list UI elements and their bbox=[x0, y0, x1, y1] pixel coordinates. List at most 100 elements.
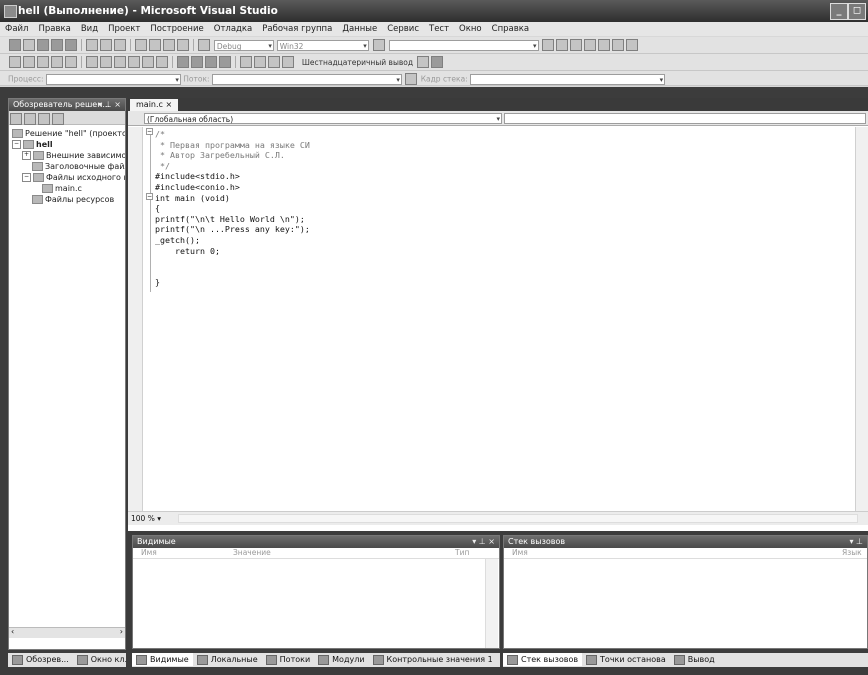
bookmark-icon[interactable] bbox=[86, 56, 98, 68]
pin-icon[interactable]: ▾ ⊥ bbox=[849, 536, 863, 548]
breakpoints-window-icon[interactable] bbox=[416, 56, 429, 68]
scroll-left-icon[interactable]: ‹ bbox=[11, 627, 14, 636]
break-all-icon[interactable] bbox=[191, 56, 203, 68]
clear-bookmark-icon[interactable] bbox=[128, 56, 140, 68]
process-select[interactable]: ▾ bbox=[45, 73, 181, 85]
minimize-button[interactable]: _ bbox=[830, 3, 848, 20]
windows-menu-icon[interactable] bbox=[430, 56, 443, 68]
scroll-right-icon[interactable]: › bbox=[120, 627, 123, 636]
close-icon[interactable]: × bbox=[165, 100, 172, 109]
toolbox-icon[interactable] bbox=[584, 39, 597, 51]
show-next-statement-icon[interactable] bbox=[240, 56, 252, 68]
refresh-icon[interactable] bbox=[38, 113, 50, 125]
properties-icon[interactable] bbox=[10, 113, 22, 125]
column-language[interactable]: Язык bbox=[842, 548, 862, 557]
scope-select[interactable]: (Глобальная область) ▾ bbox=[144, 113, 502, 124]
menu-team[interactable]: Рабочая группа bbox=[257, 22, 337, 36]
tree-item-main-c[interactable]: main.c bbox=[12, 183, 125, 194]
open-file-icon[interactable] bbox=[37, 39, 49, 51]
tab-output[interactable]: Вывод bbox=[670, 653, 719, 666]
properties-icon[interactable] bbox=[556, 39, 569, 51]
menu-window[interactable]: Окно bbox=[454, 22, 487, 36]
navigate-back-icon[interactable] bbox=[163, 39, 175, 51]
menu-project[interactable]: Проект bbox=[103, 22, 145, 36]
tab-class-view[interactable]: Окно кл... bbox=[73, 653, 126, 666]
show-all-files-icon[interactable] bbox=[24, 113, 36, 125]
configuration-select[interactable]: Debug ▾ bbox=[213, 39, 274, 51]
tab-solution-explorer[interactable]: Обозрев... bbox=[8, 653, 73, 666]
horizontal-scrollbar[interactable]: ‹ › bbox=[9, 627, 125, 638]
tab-modules[interactable]: Модули bbox=[314, 653, 368, 666]
outdent-icon[interactable] bbox=[51, 56, 63, 68]
stack-frame-select[interactable]: ▾ bbox=[470, 73, 666, 85]
zoom-combo[interactable]: 100 % ▾ bbox=[131, 514, 161, 523]
step-into-icon[interactable] bbox=[254, 56, 266, 68]
menu-build[interactable]: Построение bbox=[145, 22, 208, 36]
class-view-icon[interactable] bbox=[598, 39, 611, 51]
cut-icon[interactable] bbox=[86, 39, 98, 51]
tab-breakpoints[interactable]: Точки останова bbox=[582, 653, 670, 666]
collapse-icon[interactable]: − bbox=[12, 140, 21, 149]
disable-breakpoint-icon[interactable] bbox=[156, 56, 168, 68]
platform-select[interactable]: Win32 ▾ bbox=[276, 39, 369, 51]
save-all-icon[interactable] bbox=[65, 39, 77, 51]
maximize-button[interactable]: ◻ bbox=[848, 3, 866, 20]
next-bookmark-icon[interactable] bbox=[100, 56, 112, 68]
navigate-forward-icon[interactable] bbox=[177, 39, 189, 51]
column-name[interactable]: Имя bbox=[512, 548, 528, 557]
breakpoint-icon[interactable] bbox=[142, 56, 154, 68]
pin-close-icon[interactable]: ▾ ⊥ × bbox=[472, 536, 495, 548]
start-debug-icon[interactable] bbox=[198, 39, 210, 51]
step-out-icon[interactable] bbox=[282, 56, 294, 68]
collapse-icon[interactable]: − bbox=[146, 128, 153, 135]
expand-icon[interactable]: + bbox=[22, 151, 31, 160]
menu-file[interactable]: Файл bbox=[0, 22, 33, 36]
indicator-margin[interactable] bbox=[128, 127, 143, 511]
save-icon[interactable] bbox=[51, 39, 63, 51]
add-item-icon[interactable] bbox=[23, 39, 35, 51]
view-class-diagram-icon[interactable] bbox=[52, 113, 64, 125]
find-icon[interactable] bbox=[372, 39, 385, 51]
tab-call-stack[interactable]: Стек вызовов bbox=[503, 653, 583, 666]
copy-icon[interactable] bbox=[100, 39, 112, 51]
prev-bookmark-icon[interactable] bbox=[114, 56, 126, 68]
font-size-icon[interactable] bbox=[37, 56, 49, 68]
indent-icon[interactable] bbox=[65, 56, 77, 68]
vertical-scrollbar[interactable] bbox=[485, 559, 498, 648]
tab-watch-1[interactable]: Контрольные значения 1 bbox=[369, 653, 497, 666]
menu-help[interactable]: Справка bbox=[487, 22, 534, 36]
paste-icon[interactable] bbox=[114, 39, 126, 51]
column-type[interactable]: Тип bbox=[455, 548, 469, 557]
tree-item-external-deps[interactable]: + Внешние зависимости bbox=[12, 150, 125, 161]
step-over-icon[interactable] bbox=[268, 56, 280, 68]
column-value[interactable]: Значение bbox=[233, 548, 271, 557]
horizontal-scrollbar[interactable] bbox=[178, 514, 858, 523]
thread-select[interactable]: ▾ bbox=[211, 73, 402, 85]
tab-threads[interactable]: Потоки bbox=[262, 653, 315, 666]
tab-main-c[interactable]: main.c × bbox=[130, 99, 179, 111]
menu-test[interactable]: Тест bbox=[424, 22, 454, 36]
menu-tools[interactable]: Сервис bbox=[382, 22, 424, 36]
find-combo[interactable]: ▾ bbox=[388, 39, 539, 51]
members-select[interactable] bbox=[504, 113, 866, 124]
redo-icon[interactable] bbox=[149, 39, 161, 51]
tree-item-resource-files[interactable]: Файлы ресурсов bbox=[12, 194, 125, 205]
flag-icon[interactable] bbox=[405, 73, 418, 85]
menu-edit[interactable]: Правка bbox=[33, 22, 75, 36]
comment-icon[interactable] bbox=[9, 56, 21, 68]
tree-item-source-files[interactable]: − Файлы исходного кода bbox=[12, 172, 125, 183]
hex-output-label[interactable]: Шестнадцатеричный вывод bbox=[302, 58, 413, 67]
vertical-scrollbar[interactable] bbox=[855, 127, 868, 511]
tab-autos[interactable]: Видимые bbox=[132, 653, 193, 666]
continue-icon[interactable] bbox=[177, 56, 189, 68]
tree-item-header-files[interactable]: Заголовочные файлы bbox=[12, 161, 125, 172]
column-name[interactable]: Имя bbox=[141, 548, 157, 557]
undo-icon[interactable] bbox=[135, 39, 147, 51]
start-page-icon[interactable] bbox=[612, 39, 625, 51]
code-editor[interactable]: /* * Первая программа на языке СИ * Авто… bbox=[155, 129, 855, 288]
tree-item-solution[interactable]: Решение "hell" (проектов: 1) bbox=[12, 128, 125, 139]
tree-item-project[interactable]: − hell bbox=[12, 139, 125, 150]
object-browser-icon[interactable] bbox=[570, 39, 583, 51]
stop-icon[interactable] bbox=[205, 56, 217, 68]
pin-close-icon[interactable]: ▾ ⊥ × bbox=[98, 99, 121, 111]
